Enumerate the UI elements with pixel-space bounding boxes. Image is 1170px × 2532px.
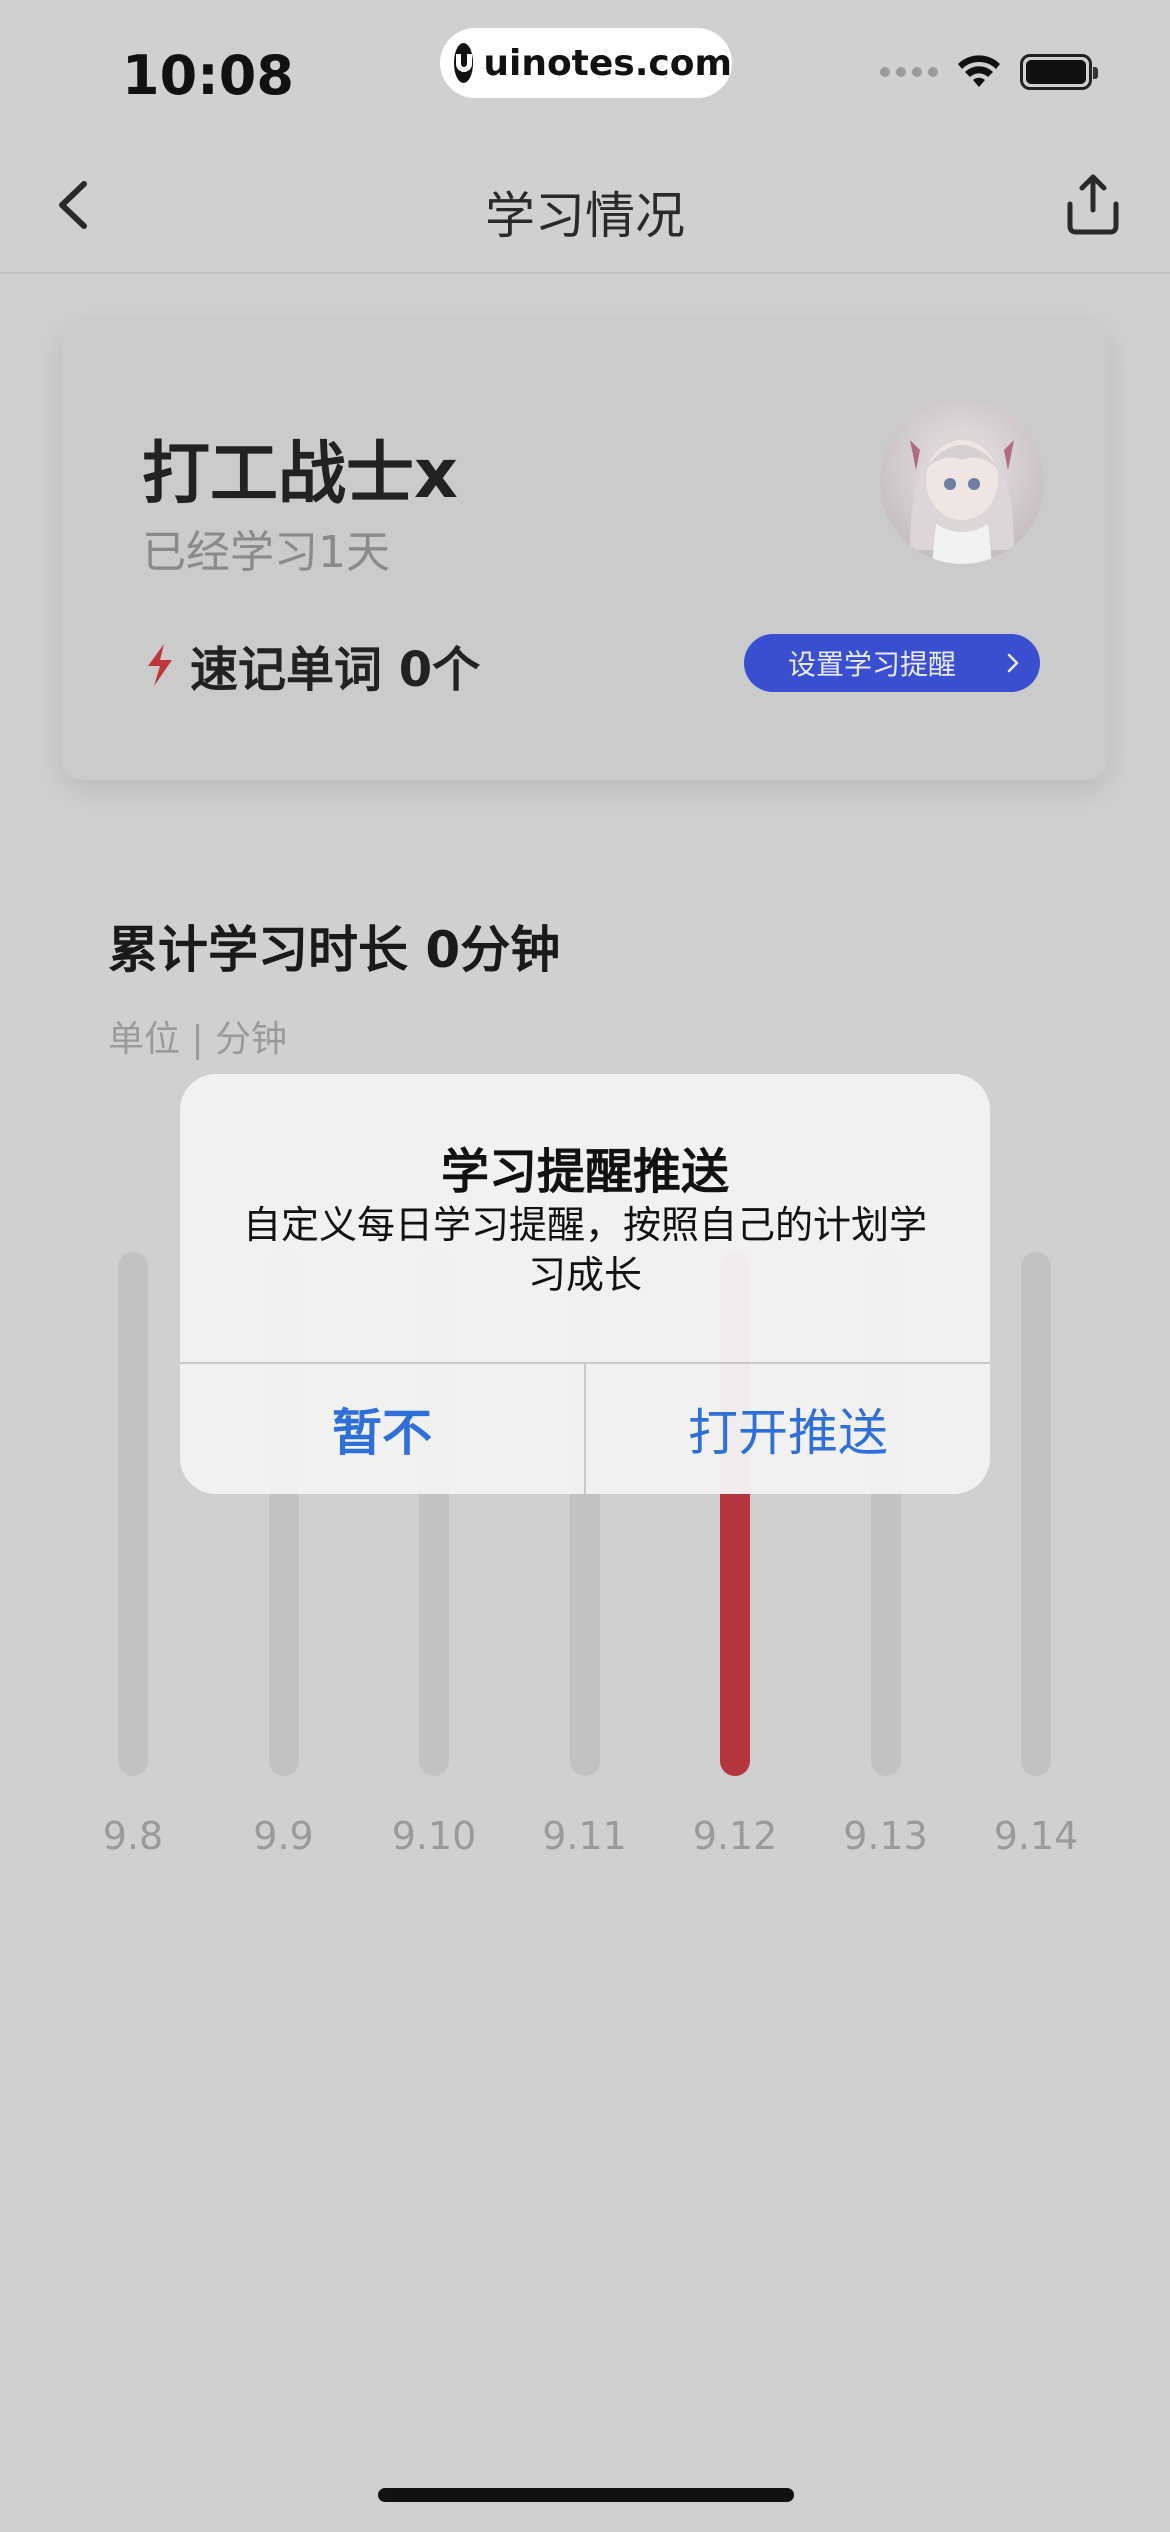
status-indicators [880, 54, 1098, 90]
bar-track [1021, 1252, 1051, 1776]
chevron-right-icon [1007, 653, 1019, 673]
enable-push-button[interactable]: 打开推送 [586, 1364, 990, 1494]
site-logo-icon [454, 43, 474, 83]
date-tick-label: 9.9 [253, 1814, 314, 1858]
share-icon[interactable] [1056, 168, 1130, 242]
dialog-title: 学习提醒推送 [440, 1144, 729, 1200]
unit-label: 单位 | 分钟 [108, 1019, 288, 1060]
navigation-bar: 学习情况 [0, 140, 1170, 274]
bar-track [118, 1252, 148, 1776]
not-now-button[interactable]: 暂不 [180, 1364, 584, 1494]
set-reminder-label: 设置学习提醒 [788, 648, 957, 681]
date-tick-label: 9.14 [993, 1814, 1079, 1858]
lightning-icon [148, 644, 172, 686]
push-reminder-dialog: 学习提醒推送 自定义每日学习提醒，按照自己的计划学习成长 暂不 打开推送 [180, 1074, 990, 1494]
word-count-row: 速记单词 0个 [142, 630, 480, 700]
dialog-message: 自定义每日学习提醒，按照自己的计划学习成长 [242, 1203, 927, 1297]
profile-card: 打工战士x 已经学习1天 速记单词 0个 设置学习提醒 [62, 320, 1108, 780]
total-study-time: 累计学习时长 0分钟 [108, 921, 561, 979]
set-reminder-button[interactable]: 设置学习提醒 [744, 634, 1040, 692]
avatar[interactable] [880, 400, 1044, 564]
date-tick-label: 9.13 [843, 1814, 928, 1858]
date-tick-label: 9.10 [391, 1814, 477, 1858]
words-memorized-label: 速记单词 0个 [190, 642, 481, 698]
cellular-signal-icon [880, 67, 938, 77]
study-days: 已经学习1天 [142, 527, 390, 578]
date-tick-label: 9.11 [542, 1814, 627, 1858]
home-indicator[interactable] [378, 2488, 794, 2502]
avatar-illustration [910, 434, 1014, 564]
page: 10:08 uinotes.com 学习情况 打工战士x 已经学习1天 速记单词… [0, 0, 1170, 2532]
wifi-icon [958, 55, 1000, 87]
page-title: 学习情况 [485, 187, 685, 245]
date-tick-label: 9.12 [692, 1814, 778, 1858]
date-tick-label: 9.8 [102, 1814, 164, 1858]
status-time: 10:08 [122, 44, 294, 107]
url-pill[interactable]: uinotes.com [440, 28, 732, 98]
status-bar: 10:08 uinotes.com [0, 0, 1170, 140]
battery-icon [1020, 54, 1098, 90]
user-name: 打工战士x [142, 435, 458, 514]
url-text: uinotes.com [483, 42, 732, 84]
